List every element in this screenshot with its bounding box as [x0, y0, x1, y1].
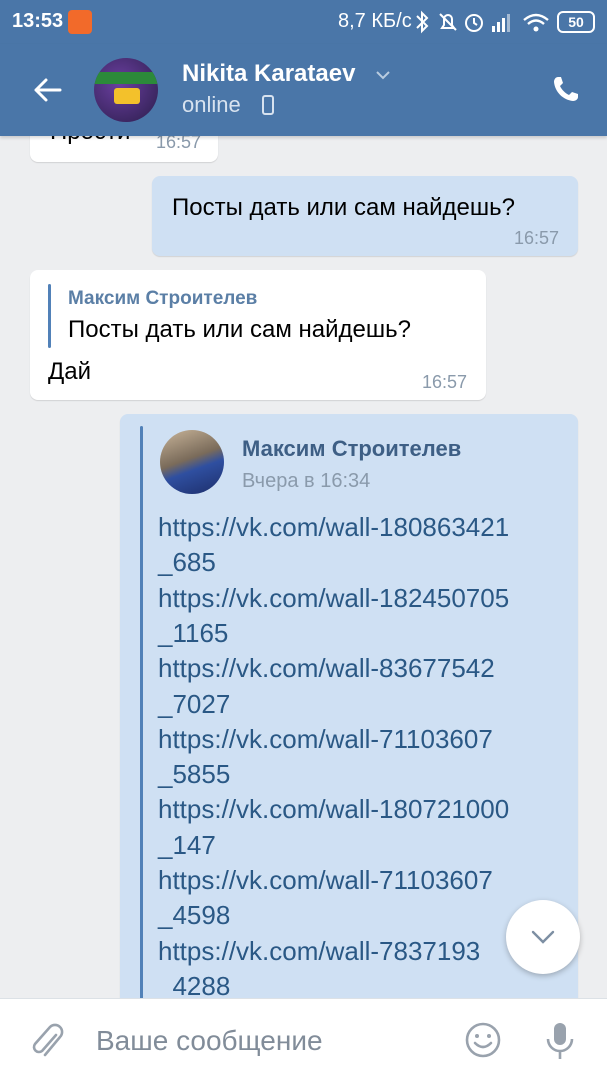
microphone-icon[interactable] — [542, 1019, 578, 1063]
wifi-icon — [523, 13, 549, 32]
reply-quote-bar — [48, 284, 51, 348]
status-time: 13:53 — [12, 10, 64, 32]
status-bar: 13:53 8,7 КБ/с 50 — [0, 0, 607, 44]
message-composer: Ваше сообщение — [0, 998, 607, 1081]
forward-link[interactable]: https://vk.com/wall-180721000 — [158, 794, 509, 825]
message-bubble-incoming[interactable]: Максим Строителев Посты дать или сам най… — [30, 270, 486, 400]
phone-icon[interactable] — [551, 74, 581, 104]
scroll-down-button[interactable] — [506, 900, 580, 974]
forward-link[interactable]: https://vk.com/wall-71103607 — [158, 724, 493, 755]
battery-indicator: 50 — [557, 11, 595, 33]
forward-link[interactable]: https://vk.com/wall-182450705 — [158, 583, 509, 614]
paperclip-icon[interactable] — [30, 1021, 66, 1061]
forward-link-continuation[interactable]: _685 — [158, 547, 216, 578]
network-speed: 8,7 КБ/с — [338, 10, 412, 32]
forward-link-continuation[interactable]: _4598 — [158, 900, 230, 931]
forward-link[interactable]: https://vk.com/wall-7837193 — [158, 936, 480, 967]
chevron-down-icon[interactable] — [374, 66, 392, 84]
forward-author-avatar[interactable] — [160, 430, 224, 494]
scroll-down-icon — [531, 930, 555, 944]
forward-link-continuation[interactable]: _1165 — [158, 618, 228, 649]
chat-header: Nikita Karataev online — [0, 44, 607, 136]
notification-icon — [68, 10, 92, 34]
forward-link-continuation[interactable]: _7027 — [158, 689, 230, 720]
bluetooth-icon — [416, 10, 429, 34]
forward-link-continuation[interactable]: _147 — [158, 830, 216, 861]
forward-date: Вчера в 16:34 — [242, 470, 371, 492]
mute-bell-icon — [439, 13, 457, 31]
reply-quote-text: Посты дать или сам найдешь? — [68, 316, 411, 343]
contact-status: online — [182, 92, 241, 117]
forward-indicator-bar — [140, 426, 143, 1016]
message-input[interactable]: Ваше сообщение — [96, 1025, 323, 1057]
message-bubble-outgoing[interactable]: Посты дать или сам найдешь? 16:57 — [152, 176, 578, 256]
emoji-icon[interactable] — [464, 1021, 502, 1059]
reply-quote-author: Максим Строителев — [68, 288, 258, 309]
forward-link[interactable]: https://vk.com/wall-83677542 — [158, 653, 495, 684]
message-time: 16:57 — [514, 228, 560, 248]
message-text: Посты дать или сам найдешь? — [172, 194, 515, 221]
alarm-icon — [465, 14, 483, 32]
forward-link[interactable]: https://vk.com/wall-71103607 — [158, 865, 493, 896]
contact-name[interactable]: Nikita Karataev — [182, 60, 355, 88]
signal-icon — [492, 14, 510, 32]
mobile-device-icon — [262, 95, 274, 115]
message-text: Дай — [48, 358, 92, 385]
forward-link-continuation[interactable]: _5855 — [158, 759, 230, 790]
contact-avatar[interactable] — [94, 58, 158, 122]
back-arrow-icon[interactable] — [30, 72, 66, 108]
forward-link[interactable]: https://vk.com/wall-180863421 — [158, 512, 509, 543]
message-time: 16:57 — [422, 372, 468, 392]
forward-author-name[interactable]: Максим Строителев — [242, 436, 461, 462]
